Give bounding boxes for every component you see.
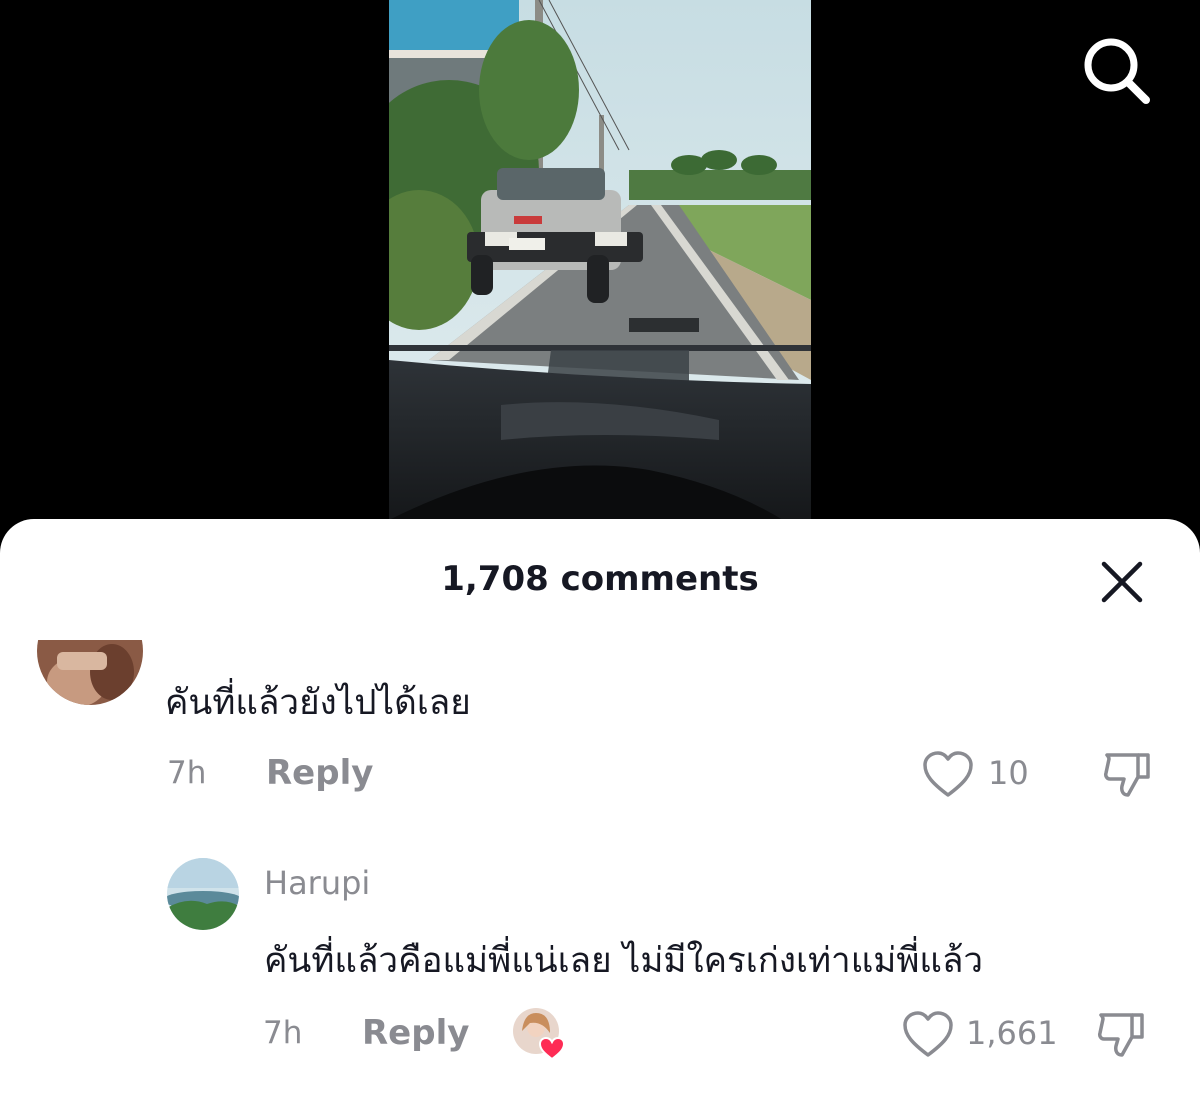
comment-avatar[interactable]	[37, 640, 143, 705]
comment-avatar[interactable]	[167, 858, 239, 930]
close-button[interactable]	[1096, 556, 1148, 608]
app-screen: 1,708 comments คันที่แล้วยังไปได้เลย 7h …	[0, 0, 1200, 1100]
comment-text: คันที่แล้วคือแม่พี่แน่เลย ไม่มีใครเก่งเท…	[264, 941, 984, 981]
comment-text: คันที่แล้วยังไปได้เลย	[165, 683, 471, 723]
comment-time: 7h	[263, 1015, 303, 1051]
video-player[interactable]	[389, 0, 811, 540]
comment-time: 7h	[167, 755, 207, 791]
like-count: 10	[988, 754, 1029, 792]
comments-sheet: 1,708 comments คันที่แล้วยังไปได้เลย 7h …	[0, 519, 1200, 1100]
reply-button[interactable]: Reply	[362, 1013, 469, 1053]
dislike-icon[interactable]	[1094, 1007, 1150, 1063]
creator-liked-badge	[512, 1007, 568, 1063]
comments-count-title: 1,708 comments	[441, 559, 759, 599]
search-button[interactable]	[1078, 32, 1154, 108]
reply-button[interactable]: Reply	[266, 753, 373, 793]
video-frame-image	[389, 0, 811, 540]
comment-username[interactable]: Harupi	[264, 864, 370, 902]
like-count: 1,661	[966, 1014, 1058, 1052]
heart-icon[interactable]	[922, 751, 974, 799]
close-icon	[1101, 561, 1143, 603]
search-icon	[1084, 38, 1150, 104]
creator-avatar-heart-icon	[513, 1008, 566, 1061]
dislike-icon[interactable]	[1100, 747, 1156, 803]
heart-icon[interactable]	[902, 1011, 954, 1059]
